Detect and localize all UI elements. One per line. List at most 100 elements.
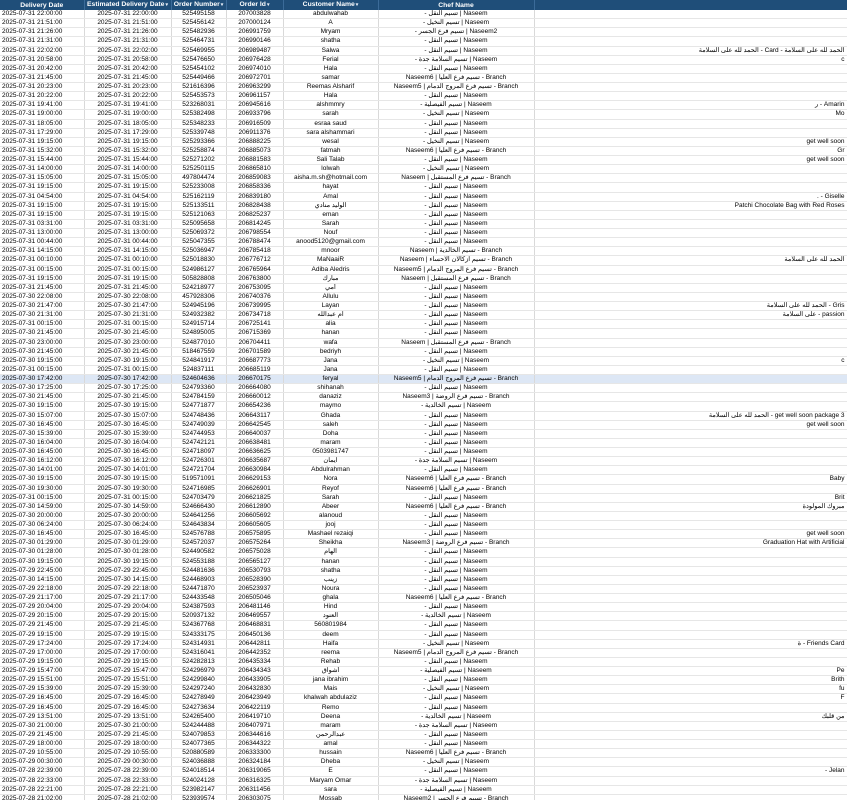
product-note-cell[interactable] <box>534 630 847 640</box>
customer-name-cell[interactable]: wafa <box>283 338 379 348</box>
delivery-date-cell[interactable]: 2025-07-29 20:15:00 <box>0 611 85 622</box>
chef-name-cell[interactable]: - تسيم النخيل | Naseem <box>378 356 535 366</box>
chef-name-cell[interactable]: - تسيم النقل | Naseem <box>378 292 535 303</box>
customer-name-cell[interactable]: ايمان <box>283 456 379 467</box>
table-row[interactable]: 2025-07-30 16:04:00 2025-07-30 16:04:00 52… <box>0 438 847 449</box>
chef-name-cell[interactable]: Naseem6 | تسيم فرع العليا - Branch <box>378 502 535 512</box>
estimated-delivery-date-cell[interactable]: 2025-07-30 19:15:00 <box>84 557 172 567</box>
delivery-date-cell[interactable]: 2025-07-28 22:33:00 <box>0 776 85 786</box>
delivery-date-cell[interactable]: 2025-07-29 18:00:00 <box>0 739 85 750</box>
table-row[interactable]: 2025-07-31 00:44:00 2025-07-31 00:44:00 52… <box>0 237 847 248</box>
customer-name-cell[interactable]: wesal <box>283 137 379 147</box>
customer-name-cell[interactable]: danaziz <box>283 392 379 403</box>
delivery-date-cell[interactable]: 2025-07-29 19:15:00 <box>0 630 85 640</box>
order-number-cell[interactable]: 524721704 <box>171 465 227 476</box>
estimated-delivery-date-cell[interactable]: 2025-07-31 03:31:00 <box>84 219 172 230</box>
chef-name-cell[interactable]: - تسيم النقل | Naseem <box>378 182 535 193</box>
order-id-cell[interactable]: 206575264 <box>226 538 284 549</box>
delivery-date-cell[interactable]: 2025-07-31 21:51:00 <box>0 18 85 29</box>
order-id-cell[interactable]: 206433905 <box>226 675 284 686</box>
product-note-cell[interactable] <box>534 429 847 439</box>
estimated-delivery-date-cell[interactable]: 2025-07-30 19:15:00 <box>84 474 172 485</box>
order-number-cell[interactable]: 523268031 <box>171 100 227 111</box>
product-note-cell[interactable] <box>534 347 847 357</box>
product-note-cell[interactable]: fu <box>534 684 847 695</box>
delivery-date-cell[interactable]: 2025-07-30 20:00:00 <box>0 511 85 522</box>
order-number-cell[interactable]: 525271202 <box>171 155 227 166</box>
estimated-delivery-date-cell[interactable]: 2025-07-31 19:15:00 <box>84 182 172 193</box>
customer-name-cell[interactable]: Allulu <box>283 292 379 303</box>
table-row[interactable]: 2025-07-30 19:15:00 2025-07-30 19:15:00 51… <box>0 474 847 485</box>
order-id-cell[interactable]: 206989487 <box>226 46 284 56</box>
customer-name-cell[interactable]: sara alshammari <box>283 128 379 138</box>
delivery-date-cell[interactable]: 2025-07-30 21:45:00 <box>0 328 85 339</box>
customer-name-cell[interactable]: Layan <box>283 301 379 312</box>
order-id-cell[interactable]: 206422119 <box>226 703 284 713</box>
order-id-cell[interactable]: 206701589 <box>226 347 284 357</box>
chef-name-cell[interactable]: - تسيم فرع الجسر | Naseem2 <box>378 27 535 38</box>
order-number-cell[interactable]: 524877010 <box>171 338 227 348</box>
product-note-cell[interactable] <box>534 64 847 74</box>
customer-name-cell[interactable]: Mashael rezaiqi <box>283 529 379 540</box>
customer-name-cell[interactable]: mnoor <box>283 246 379 257</box>
estimated-delivery-date-cell[interactable]: 2025-07-29 19:15:00 <box>84 657 172 668</box>
table-row[interactable]: 2025-07-29 15:47:00 2025-07-29 15:47:00 52… <box>0 666 847 677</box>
chef-name-cell[interactable]: Naseem6 | تسيم فرع العليا - Branch <box>378 484 535 494</box>
delivery-date-cell[interactable]: 2025-07-30 14:59:00 <box>0 502 85 512</box>
order-number-cell[interactable]: 525036947 <box>171 246 227 257</box>
customer-name-cell[interactable]: Noura <box>283 584 379 595</box>
product-note-cell[interactable] <box>534 465 847 476</box>
order-number-cell[interactable]: 525018830 <box>171 255 227 266</box>
customer-name-cell[interactable]: زينب <box>283 575 379 585</box>
chef-name-cell[interactable]: - تسيم النقل | Naseem <box>378 620 535 631</box>
product-note-cell[interactable] <box>534 383 847 394</box>
chef-name-cell[interactable]: - تسيم النقل | Naseem <box>378 192 535 202</box>
order-id-cell[interactable]: 206505046 <box>226 593 284 604</box>
table-row[interactable]: 2025-07-30 01:29:00 2025-07-30 01:29:00 52… <box>0 538 847 549</box>
customer-name-cell[interactable]: maram <box>283 438 379 449</box>
order-id-cell[interactable]: 206324184 <box>226 757 284 768</box>
order-number-cell[interactable]: 524666430 <box>171 502 227 512</box>
chef-name-cell[interactable]: - تسيم النقل | Naseem <box>378 739 535 750</box>
order-number-cell[interactable]: 524036888 <box>171 757 227 768</box>
order-id-cell[interactable]: 206642545 <box>226 420 284 430</box>
delivery-date-cell[interactable]: 2025-07-30 22:08:00 <box>0 292 85 303</box>
product-note-cell[interactable] <box>534 739 847 750</box>
table-row[interactable]: 2025-07-31 00:10:00 2025-07-31 00:10:00 52… <box>0 255 847 266</box>
order-id-cell[interactable]: 206911376 <box>226 128 284 138</box>
order-number-cell[interactable]: 519571091 <box>171 474 227 485</box>
table-row[interactable]: 2025-07-30 22:08:00 2025-07-30 22:08:00 45… <box>0 292 847 303</box>
order-number-cell[interactable]: 524945196 <box>171 301 227 312</box>
delivery-date-cell[interactable]: 2025-07-29 17:24:00 <box>0 639 85 649</box>
estimated-delivery-date-cell[interactable]: 2025-07-31 14:00:00 <box>84 164 172 175</box>
order-id-cell[interactable]: 206963299 <box>226 82 284 93</box>
chef-name-cell[interactable]: Naseem | تسيم فرع المستقبل - Branch <box>378 338 535 348</box>
table-row[interactable]: 2025-07-31 00:15:00 2025-07-31 00:15:00 52… <box>0 319 847 330</box>
delivery-date-cell[interactable]: 2025-07-31 19:15:00 <box>0 210 85 220</box>
order-id-cell[interactable]: 206434343 <box>226 666 284 677</box>
product-note-cell[interactable]: Amarin - ر <box>534 100 847 111</box>
column-header-chef-name[interactable]: Chef Name <box>378 0 535 10</box>
estimated-delivery-date-cell[interactable]: 2025-07-31 20:23:00 <box>84 82 172 93</box>
table-row[interactable]: 2025-07-29 21:45:00 2025-07-29 21:45:00 52… <box>0 730 847 741</box>
order-number-cell[interactable]: 520880589 <box>171 748 227 759</box>
chef-name-cell[interactable]: - تسيم النقل | Naseem <box>378 201 535 211</box>
estimated-delivery-date-cell[interactable]: 2025-07-28 22:33:00 <box>84 776 172 786</box>
order-id-cell[interactable]: 206788474 <box>226 237 284 248</box>
estimated-delivery-date-cell[interactable]: 2025-07-31 17:29:00 <box>84 128 172 138</box>
table-row[interactable]: 2025-07-31 19:15:00 2025-07-31 19:15:00 52… <box>0 182 847 193</box>
table-row[interactable]: 2025-07-31 04:54:00 2025-07-31 04:54:00 52… <box>0 192 847 202</box>
delivery-date-cell[interactable]: 2025-07-31 19:15:00 <box>0 274 85 284</box>
customer-name-cell[interactable]: jooj <box>283 520 379 531</box>
product-note-cell[interactable]: Baby <box>534 474 847 485</box>
delivery-date-cell[interactable]: 2025-07-29 16:45:00 <box>0 703 85 713</box>
chef-name-cell[interactable]: Naseem | تسيم ازكالان الاحساء - Branch <box>378 255 535 266</box>
customer-name-cell[interactable]: ام عبدالله <box>283 310 379 321</box>
customer-name-cell[interactable]: Reemas Alsharif <box>283 82 379 93</box>
product-note-cell[interactable] <box>534 283 847 293</box>
customer-name-cell[interactable]: أشواق <box>283 666 379 677</box>
order-number-cell[interactable]: 524572037 <box>171 538 227 549</box>
chef-name-cell[interactable]: - تسيم الفيصلية | Naseem <box>378 785 535 795</box>
product-note-cell[interactable] <box>534 438 847 449</box>
product-note-cell[interactable]: get well soon package 3 - الحمد لله على … <box>534 411 847 421</box>
